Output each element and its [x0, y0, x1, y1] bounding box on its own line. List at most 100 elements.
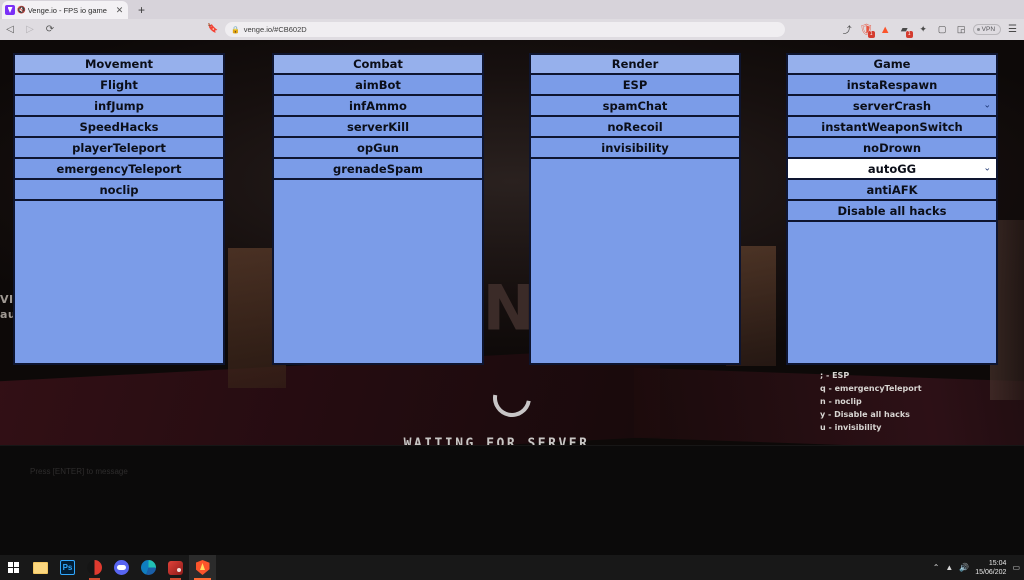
cheat-panel-movement: Movement Flight infJump SpeedHacks playe… — [13, 53, 225, 365]
option-label: antiAFK — [866, 182, 918, 197]
share-icon[interactable]: ⤴ — [840, 22, 855, 37]
brave-icon — [195, 560, 210, 575]
chevron-up-icon[interactable]: ⌃ — [933, 563, 940, 572]
taskbar-photoshop[interactable]: Ps — [54, 555, 81, 580]
system-tray: ⌃ ▲ 🔊 15:04 15/06/202 ▭ — [933, 555, 1020, 580]
option-label: noRecoil — [607, 119, 663, 134]
cheat-option-noclip[interactable]: noclip — [15, 180, 223, 201]
taskbar-brave-browser[interactable] — [189, 555, 216, 580]
photoshop-icon: Ps — [60, 560, 75, 575]
cheat-option-disable-all-hacks[interactable]: Disable all hacks — [788, 201, 996, 222]
option-label: instantWeaponSwitch — [821, 119, 963, 134]
cheat-option-serverkill[interactable]: serverKill — [274, 117, 482, 138]
browser-chrome: 🔇 Venge.io - FPS io game ✕ + ◁ ▷ ⟳ 🔖 🔒 v… — [0, 0, 1024, 40]
cheat-option-antiafk[interactable]: antiAFK — [788, 180, 996, 201]
cheat-option-autogg[interactable]: autoGG ⌄ — [788, 159, 996, 180]
taskbar-file-explorer[interactable] — [27, 555, 54, 580]
cheat-option-infjump[interactable]: infJump — [15, 96, 223, 117]
speaker-icon[interactable]: 🔊 — [959, 563, 969, 572]
cheat-option-playerteleport[interactable]: playerTeleport — [15, 138, 223, 159]
option-label: emergencyTeleport — [56, 161, 182, 176]
cheat-panel-combat: Combat aimBot infAmmo serverKill opGun g… — [272, 53, 484, 365]
game-status-text: WAITING FOR SERVER... — [403, 436, 621, 446]
shields-badge: 1 — [867, 31, 875, 38]
panel-empty-area — [788, 222, 996, 363]
cheat-option-instantweaponswitch[interactable]: instantWeaponSwitch — [788, 117, 996, 138]
cheat-option-esp[interactable]: ESP — [531, 75, 739, 96]
cheat-option-flight[interactable]: Flight — [15, 75, 223, 96]
taskbar-clock[interactable]: 15:04 15/06/202 — [975, 559, 1006, 577]
cheat-option-invisibility[interactable]: invisibility — [531, 138, 739, 159]
start-button[interactable] — [0, 555, 27, 580]
clock-date: 15/06/202 — [975, 568, 1007, 576]
lock-icon: 🔒 — [231, 26, 240, 34]
new-tab-button[interactable]: + — [134, 3, 149, 17]
wallet-icon[interactable]: ◲ — [954, 22, 969, 37]
windows-start-icon — [8, 562, 19, 573]
vpn-label: VPN — [981, 26, 996, 33]
chat-hint-text[interactable]: Press [ENTER] to message — [30, 467, 128, 476]
folder-icon — [33, 561, 48, 574]
keybind-item: y - Disable all hacks — [820, 410, 910, 419]
discord-icon — [114, 560, 129, 575]
toolbar-right-icons: ⤴ 🛡 1 ▲ ▰ 1 ✦ ▢ ◲ VPN ☰ — [840, 19, 1020, 40]
edge-icon — [141, 560, 156, 575]
cheat-option-speedhacks[interactable]: SpeedHacks — [15, 117, 223, 138]
cheat-panel-game: Game instaRespawn serverCrash ⌄ instantW… — [786, 53, 998, 365]
cheat-option-emergencyteleport[interactable]: emergencyTeleport — [15, 159, 223, 180]
notification-icon[interactable]: ▭ — [1012, 563, 1020, 572]
option-label: Flight — [100, 77, 138, 92]
cheat-option-opgun[interactable]: opGun — [274, 138, 482, 159]
taskbar-app-red-square[interactable] — [162, 555, 189, 580]
cheat-option-infammo[interactable]: infAmmo — [274, 96, 482, 117]
bookmark-icon[interactable]: 🔖 — [207, 23, 218, 34]
extension-icon[interactable]: ✦ — [916, 22, 931, 37]
hamburger-menu-icon[interactable]: ☰ — [1005, 24, 1020, 35]
panel-title: Game — [788, 55, 996, 75]
speaker-muted-icon[interactable]: 🔇 — [17, 7, 26, 14]
cheat-option-nodrown[interactable]: noDrown — [788, 138, 996, 159]
back-arrow-icon[interactable]: ◁ — [0, 20, 20, 40]
taskbar-app-red-circle[interactable] — [81, 555, 108, 580]
browser-tab[interactable]: 🔇 Venge.io - FPS io game ✕ — [2, 1, 128, 19]
option-label: serverCrash — [852, 98, 932, 113]
tab-title: Venge.io - FPS io game — [27, 5, 107, 15]
cheat-option-spamchat[interactable]: spamChat — [531, 96, 739, 117]
panel-title: Movement — [15, 55, 223, 75]
option-label: autoGG — [867, 161, 917, 176]
taskbar-discord[interactable] — [108, 555, 135, 580]
option-label: spamChat — [602, 98, 668, 113]
sidebar-icon[interactable]: ▢ — [935, 22, 950, 37]
forward-arrow-icon[interactable]: ▷ — [20, 20, 40, 40]
option-label: infAmmo — [349, 98, 407, 113]
address-bar[interactable]: 🔒 venge.io/#CB602D — [225, 22, 785, 37]
chevron-down-icon[interactable]: ⌄ — [983, 163, 991, 173]
cheat-option-grenadespam[interactable]: grenadeSpam — [274, 159, 482, 180]
keybind-item: n - noclip — [820, 397, 862, 406]
option-label: noclip — [99, 182, 139, 197]
cheat-option-instarespawn[interactable]: instaRespawn — [788, 75, 996, 96]
brave-rewards-icon[interactable]: ▲ — [878, 22, 893, 37]
keybind-item: ; - ESP — [820, 371, 850, 380]
keybind-list: ; - ESP q - emergencyTeleport n - noclip… — [820, 369, 922, 434]
extensions-puzzle-icon[interactable]: ▰ 1 — [897, 22, 913, 38]
option-label: instaRespawn — [846, 77, 938, 92]
chevron-down-icon[interactable]: ⌄ — [983, 100, 991, 110]
cheat-option-norecoil[interactable]: noRecoil — [531, 117, 739, 138]
option-label: infJump — [94, 98, 144, 113]
taskbar-microsoft-edge[interactable] — [135, 555, 162, 580]
reload-icon[interactable]: ⟳ — [40, 20, 60, 40]
option-label: opGun — [357, 140, 399, 155]
close-icon[interactable]: ✕ — [114, 5, 125, 15]
option-label: ESP — [622, 77, 648, 92]
brave-shields-icon[interactable]: 🛡 1 — [859, 22, 875, 38]
option-label: serverKill — [346, 119, 410, 134]
vpn-button[interactable]: VPN — [972, 24, 1002, 35]
option-label: Disable all hacks — [837, 203, 947, 218]
option-label: grenadeSpam — [333, 161, 423, 176]
option-label: SpeedHacks — [79, 119, 159, 134]
panel-empty-area — [531, 159, 739, 363]
cheat-option-aimbot[interactable]: aimBot — [274, 75, 482, 96]
wifi-icon[interactable]: ▲ — [945, 563, 953, 572]
cheat-option-servercrash[interactable]: serverCrash ⌄ — [788, 96, 996, 117]
